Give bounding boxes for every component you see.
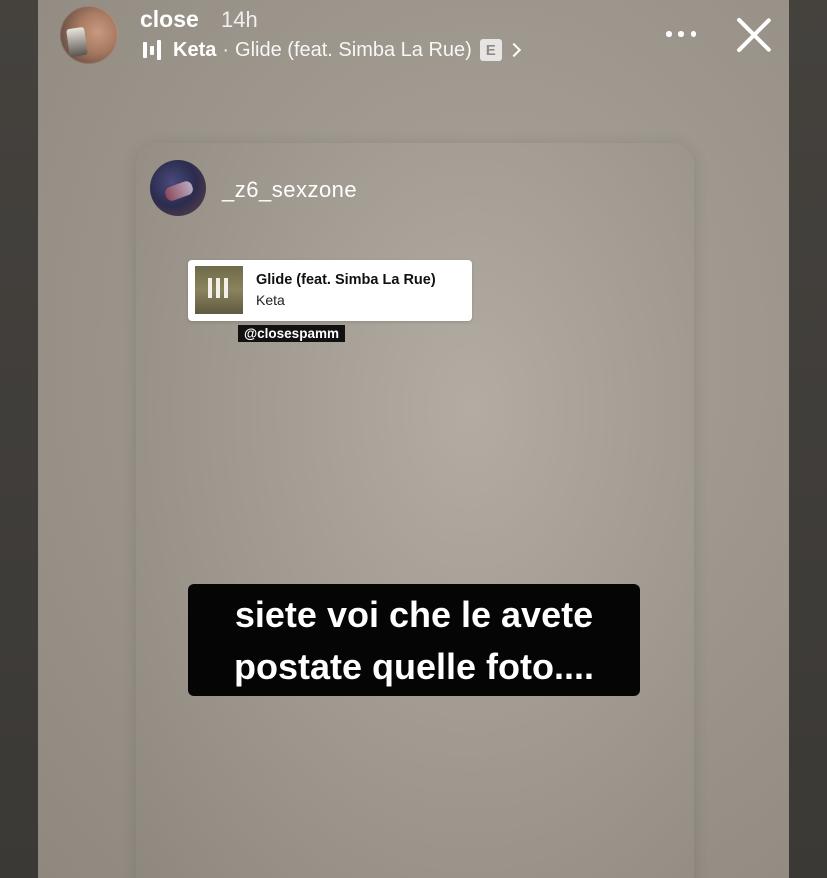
story-username[interactable]: close: [140, 6, 199, 33]
caption-line-1: siete voi che le avete: [234, 594, 594, 635]
close-icon[interactable]: [733, 13, 775, 55]
sticker-song-title: Glide (feat. Simba La Rue): [256, 272, 436, 288]
shared-username[interactable]: _z6_sexzone: [222, 177, 357, 203]
story-viewer: close 14h Keta · Glide (feat. Simba La R…: [0, 0, 827, 878]
caption-box: siete voi che le avete postate quelle fo…: [188, 584, 640, 696]
left-gutter: [0, 0, 38, 878]
music-artist: Keta: [173, 38, 217, 61]
music-separator: ·: [222, 38, 230, 61]
mention-tag[interactable]: @closespamm: [238, 325, 345, 342]
reshared-story-card[interactable]: _z6_sexzone Glide (feat. Simba La Rue) K…: [136, 143, 694, 878]
music-sticker[interactable]: Glide (feat. Simba La Rue) Keta: [188, 260, 472, 321]
explicit-badge: E: [479, 39, 502, 61]
right-gutter: [789, 0, 827, 878]
album-art: [195, 266, 243, 314]
caption-line-2: postate quelle foto....: [233, 646, 595, 687]
shared-avatar[interactable]: [150, 160, 206, 216]
music-track: Glide (feat. Simba La Rue): [235, 38, 472, 61]
chevron-right-icon: [506, 42, 521, 58]
music-attribution[interactable]: Keta · Glide (feat. Simba La Rue) E: [143, 37, 521, 63]
more-icon[interactable]: [666, 28, 696, 40]
sticker-artist: Keta: [256, 292, 285, 308]
avatar[interactable]: [60, 6, 118, 64]
music-bars-icon: [143, 40, 161, 60]
story-timestamp: 14h: [221, 7, 258, 32]
